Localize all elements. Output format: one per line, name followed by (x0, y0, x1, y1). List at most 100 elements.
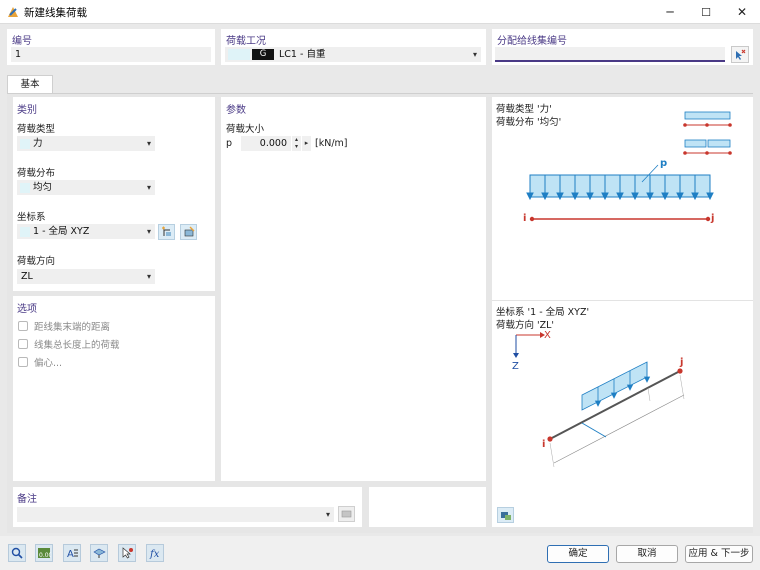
load-case-panel: 荷载工况 G LC1 - 自重 ▾ (221, 29, 486, 65)
load-type-select[interactable]: 力 ▾ (17, 136, 155, 151)
member-node-j-label: j (680, 357, 684, 368)
number-label: 编号 (12, 36, 32, 47)
magnitude-unit: [kN/m] (315, 138, 348, 149)
coord-system-label: 坐标系 (17, 212, 46, 223)
option-distance-from-end[interactable]: 距线集末端的距离 (18, 320, 111, 333)
preview-coord-system: 坐标系 '1 - 全局 XYZ' (496, 307, 590, 318)
category-panel: 类别 荷载类型 力 ▾ 荷载分布 均匀 ▾ 坐标系 1 - 全局 XYZ ▾ 荷… (13, 97, 215, 291)
node-j-label: j (711, 213, 715, 224)
member-node-i-label: i (542, 439, 546, 450)
load-case-value: LC1 - 自重 (279, 49, 326, 60)
option-total-length[interactable]: 线集总长度上的荷载 (18, 338, 120, 351)
options-panel: 选项 距线集末端的距离 线集总长度上的荷载 偏心... (13, 296, 215, 481)
search-tool-button[interactable] (8, 544, 26, 562)
preview-options-button[interactable] (497, 507, 514, 523)
load-direction-value: ZL (21, 271, 33, 282)
view-icon (92, 548, 106, 558)
global-axes-icon (513, 332, 545, 358)
parameters-title: 参数 (226, 105, 246, 116)
svg-text:0.00: 0.00 (39, 552, 51, 559)
load-type-value: 力 (33, 138, 43, 149)
select-tool-button[interactable] (118, 544, 136, 562)
chevron-down-icon: ▾ (146, 227, 151, 236)
chevron-down-icon: ▾ (146, 183, 151, 192)
tab-basic[interactable]: 基本 (7, 75, 53, 94)
comment-input[interactable]: ▾ (17, 507, 334, 522)
edit-coord-system-button[interactable] (180, 224, 197, 240)
load-case-badge: G (252, 49, 274, 60)
maximize-button[interactable]: ☐ (688, 0, 724, 24)
magnitude-spinner[interactable]: ▴ ▾ (292, 136, 301, 151)
preview-load-distribution: 荷载分布 '均匀' (496, 117, 562, 128)
new-coord-system-button[interactable] (158, 224, 175, 240)
apply-next-button[interactable]: 应用 & 下一步 (685, 545, 753, 563)
minimize-button[interactable]: ─ (652, 0, 688, 24)
checkbox[interactable] (18, 321, 28, 331)
axis-z-label: Z (512, 361, 519, 372)
search-icon (11, 547, 23, 559)
node-i-label: i (523, 213, 527, 224)
magnitude-menu-arrow[interactable]: ▸ (302, 136, 311, 151)
options-title: 选项 (17, 304, 37, 315)
units-tool-button[interactable]: 0.00 (35, 544, 53, 562)
load-direction-select[interactable]: ZL ▾ (17, 269, 155, 284)
text-format-icon: A (67, 549, 78, 559)
checkbox[interactable] (18, 357, 28, 367)
assign-label: 分配给线集编号 (497, 36, 567, 47)
window-title: 新建线集荷载 (24, 7, 87, 19)
comment-title: 备注 (17, 494, 37, 505)
chevron-down-icon: ▾ (146, 139, 151, 148)
load-case-label: 荷载工况 (226, 36, 266, 47)
load-distribution-select[interactable]: 均匀 ▾ (17, 180, 155, 195)
new-coord-system-icon (161, 226, 171, 236)
number-field[interactable]: 1 (11, 47, 211, 62)
axis-x-label: X (544, 330, 551, 341)
magnitude-input[interactable]: 0.000 (241, 136, 291, 151)
parameters-panel: 参数 荷载大小 p 0.000 ▴ ▾ ▸ [kN/m] (221, 97, 486, 481)
formula-icon: fx (149, 549, 160, 559)
coord-system-select[interactable]: 1 - 全局 XYZ ▾ (17, 224, 155, 239)
select-member-icon (122, 547, 133, 559)
chevron-down-icon: ▾ (146, 272, 151, 281)
load-distribution-swatch (20, 183, 30, 193)
comment-side-panel (369, 487, 486, 527)
load-type-swatch (20, 139, 30, 149)
edit-coord-system-icon (184, 226, 194, 237)
svg-text:A: A (67, 549, 74, 559)
magnitude-symbol: p (226, 138, 233, 149)
pick-line-set-button[interactable] (731, 46, 749, 63)
load-direction-label: 荷载方向 (17, 256, 56, 267)
load-distribution-label: 荷载分布 (17, 168, 56, 179)
checkbox[interactable] (18, 339, 28, 349)
number-panel: 编号 1 (7, 29, 215, 65)
close-button[interactable]: ✕ (724, 0, 760, 24)
preview-panel: 荷载类型 '力' 荷载分布 '均匀' p i j 坐标系 '1 - 全局 XYZ… (492, 97, 753, 527)
comment-library-button[interactable] (338, 506, 355, 522)
app-icon (8, 7, 18, 17)
category-title: 类别 (17, 105, 37, 116)
option-eccentricity[interactable]: 偏心... (18, 356, 63, 369)
formula-tool-button[interactable]: fx (146, 544, 164, 562)
view-tool-button[interactable] (90, 544, 108, 562)
cursor-pick-icon (736, 49, 746, 60)
load-case-select[interactable]: G LC1 - 自重 ▾ (225, 47, 481, 62)
load-case-color (228, 49, 250, 60)
chevron-down-icon: ▾ (325, 510, 330, 519)
text-style-tool-button[interactable]: A (63, 544, 81, 562)
option-label: 线集总长度上的荷载 (34, 340, 120, 351)
option-label: 距线集末端的距离 (34, 322, 111, 333)
option-label: 偏心... (34, 358, 63, 369)
svg-text:fx: fx (149, 549, 160, 559)
library-icon (341, 510, 351, 518)
ok-button[interactable]: 确定 (547, 545, 609, 563)
chevron-down-icon: ▾ (472, 50, 477, 59)
comment-panel: 备注 ▾ (13, 487, 362, 527)
coord-system-value: 1 - 全局 XYZ (33, 226, 90, 237)
preview-divider (492, 300, 753, 301)
uniform-load-diagram (526, 164, 714, 222)
decimal-icon: 0.00 (38, 548, 51, 559)
cancel-button[interactable]: 取消 (616, 545, 678, 563)
coord-system-swatch (20, 227, 30, 237)
assign-field[interactable] (495, 47, 725, 62)
load-distribution-value: 均匀 (33, 182, 53, 193)
